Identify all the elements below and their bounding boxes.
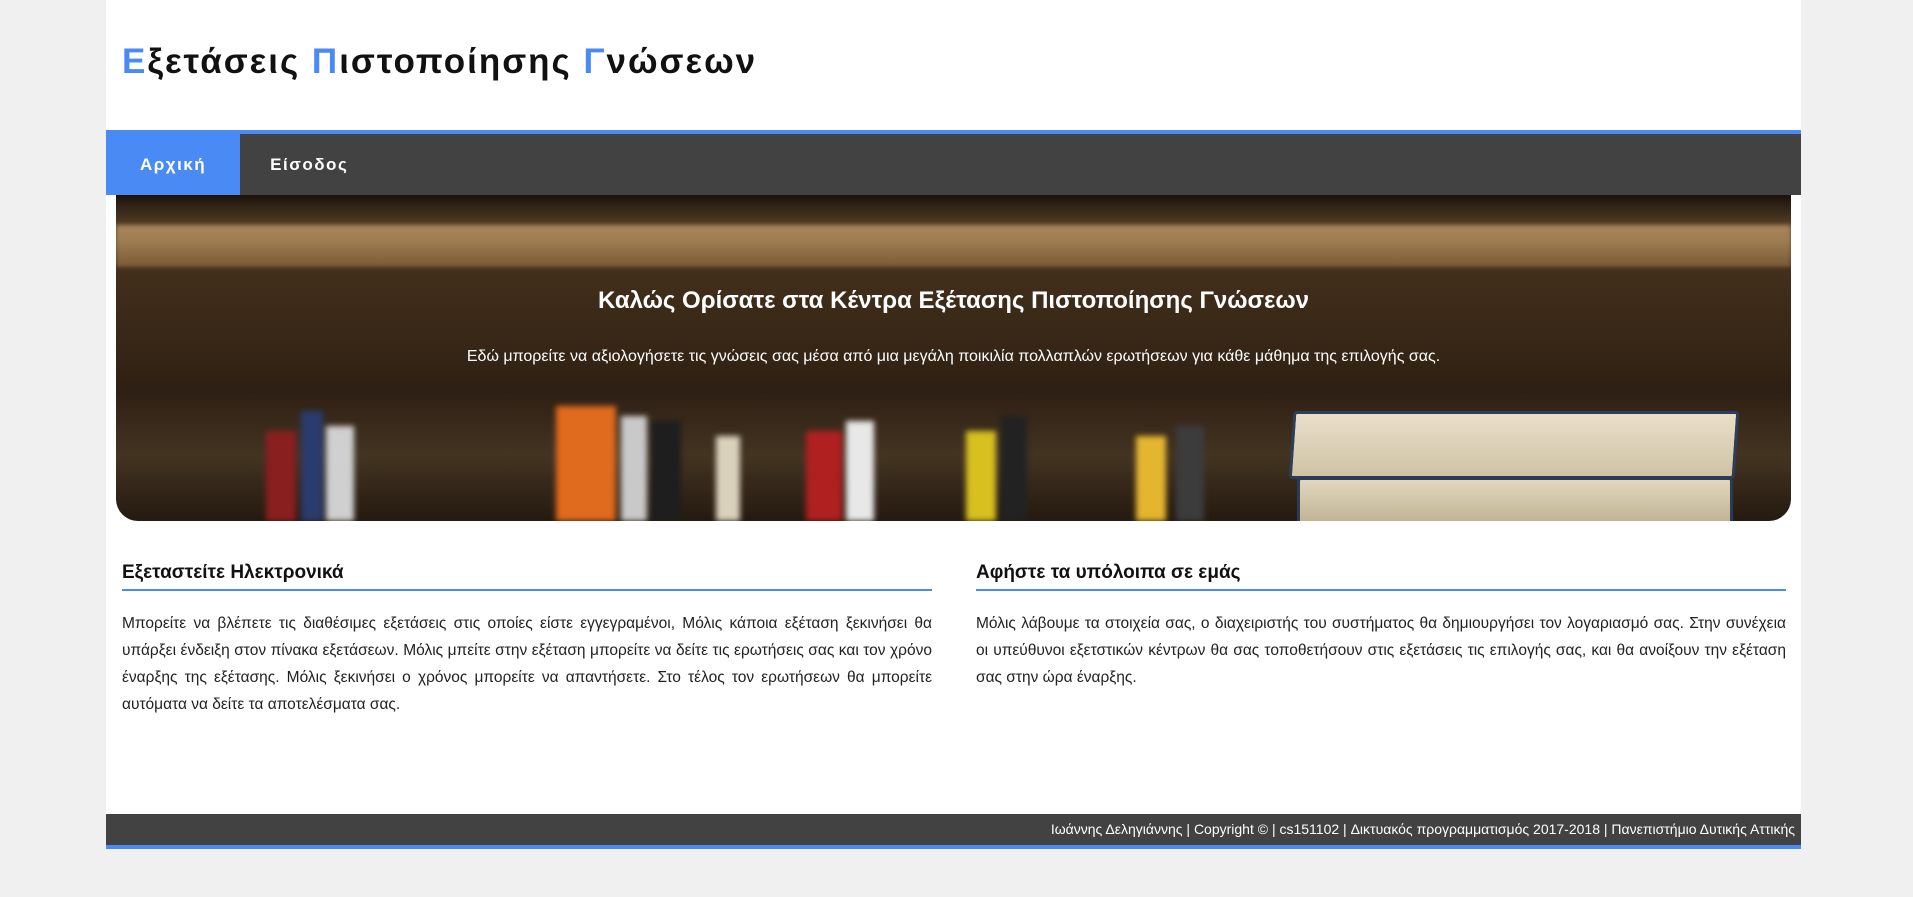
title-word-2: ιστοποίησης	[339, 42, 584, 81]
hero-shelf-decoration	[116, 225, 1791, 267]
nav-item-home[interactable]: Αρχική	[106, 134, 241, 195]
hero-title: Καλώς Ορίσατε στα Κέντρα Εξέτασης Πιστοπ…	[598, 287, 1309, 314]
main-nav: Αρχική Είσοδος	[106, 130, 1801, 195]
title-word-3: νώσεων	[606, 42, 758, 81]
page-container: Εξετάσεις Πιστοποίησης Γνώσεων Αρχική Εί…	[106, 0, 1801, 849]
hero-text: Εδώ μπορείτε να αξιολογήσετε τις γνώσεις…	[466, 348, 1441, 365]
section-text: Μπορείτε να βλέπετε τις διαθέσιμες εξετά…	[122, 615, 932, 713]
site-title: Εξετάσεις Πιστοποίησης Γνώσεων	[122, 42, 757, 82]
title-initial-1: Ε	[122, 42, 148, 81]
section-text: Μόλις λάβουμε τα στοιχεία σας, ο διαχειρ…	[976, 615, 1786, 686]
title-initial-3: Γ	[583, 42, 607, 81]
site-header: Εξετάσεις Πιστοποίησης Γνώσεων	[106, 0, 1801, 130]
footer-text: Ιωάννης Δεληγιάννης | Copyright © | cs15…	[1050, 821, 1795, 837]
section-heading: Αφήστε τα υπόλοιπα σε εμάς	[976, 562, 1786, 591]
hero-bookstack-decoration	[1288, 411, 1740, 521]
nav-item-login[interactable]: Είσοδος	[240, 134, 378, 195]
section-leave-rest: Αφήστε τα υπόλοιπα σε εμάς Μόλις λάβουμε…	[976, 562, 1786, 691]
site-footer: Ιωάννης Δεληγιάννης | Copyright © | cs15…	[106, 814, 1801, 849]
title-word-1: ξετάσεις	[147, 42, 312, 81]
hero-banner: Καλώς Ορίσατε στα Κέντρα Εξέτασης Πιστοπ…	[116, 195, 1791, 521]
section-heading: Εξεταστείτε Ηλεκτρονικά	[122, 562, 932, 591]
title-initial-2: Π	[311, 42, 340, 81]
section-online-exams: Εξεταστείτε Ηλεκτρονικά Μπορείτε να βλέπ…	[122, 562, 932, 718]
